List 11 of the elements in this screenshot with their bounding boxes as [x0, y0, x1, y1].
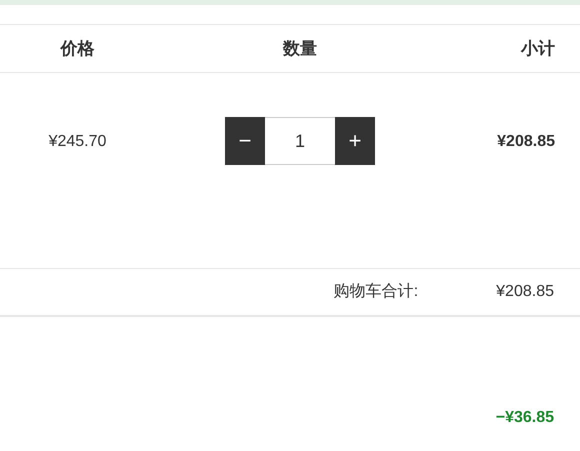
minus-button[interactable]: − [225, 117, 265, 165]
column-header: 价格 [60, 38, 94, 60]
column-header: 小计 [521, 38, 555, 60]
cart-total-label: 购物车合计: [334, 282, 418, 302]
column-header: 数量 [283, 38, 317, 60]
cart-total-value: ¥208.85 [496, 282, 554, 302]
price-text: ¥245.70 [48, 132, 106, 152]
quantity-field[interactable]: 1 [265, 117, 335, 165]
subtotal-text: ¥208.85 [497, 132, 555, 152]
discount-amount: −¥36.85 [496, 408, 554, 428]
plus-button[interactable]: + [335, 117, 375, 165]
